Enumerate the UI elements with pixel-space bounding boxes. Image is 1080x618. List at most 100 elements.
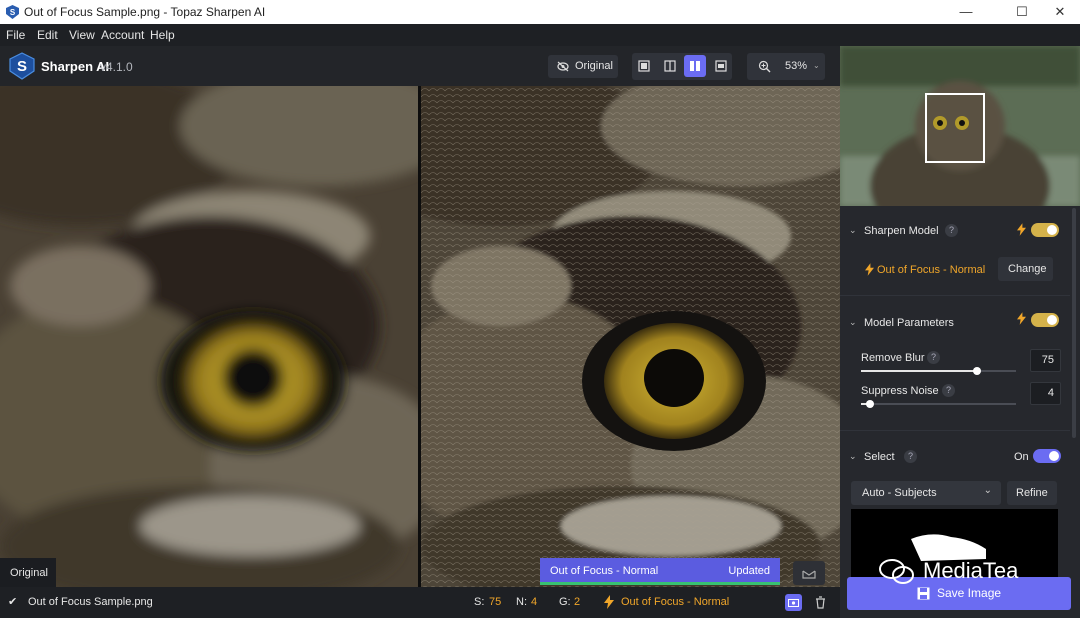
n-value: 4 [531,596,538,608]
tray-icon [802,570,816,579]
close-button[interactable]: ✕ [1037,0,1080,24]
save-icon [917,587,930,600]
status-model: Out of Focus - Normal [621,596,730,608]
save-image-label: Save Image [937,586,1002,600]
refine-button[interactable]: Refine [1007,481,1057,505]
slider-handle[interactable] [973,367,982,375]
sharpen-model-title: Sharpen Model [864,225,939,237]
owl-sharpened-image [421,86,840,587]
help-icon[interactable]: ? [927,351,940,364]
chevron-down-icon: ⌄ [813,61,820,70]
image-canvas[interactable]: Original Out of Focus - Normal Updated [0,86,840,587]
check-icon: ✔ [8,596,18,608]
app-logo-icon: S [6,5,19,19]
help-icon[interactable]: ? [904,450,917,463]
camera-icon [788,599,799,607]
minimize-button[interactable]: — [943,0,989,24]
original-button-label: Original [575,60,613,72]
quad-view-icon [715,60,727,72]
preview-button[interactable] [785,594,802,611]
n-label: N: [516,596,527,608]
suppress-noise-label: Suppress Noise [861,385,939,397]
split-view-icon [664,60,676,72]
model-progress-bar [540,582,780,585]
model-parameters-title: Model Parameters [864,317,954,329]
view-single-button[interactable] [633,55,655,77]
original-image-pane[interactable] [0,86,418,587]
original-label-badge: Original [0,558,56,587]
dropdown-value: Auto - Subjects [862,487,937,499]
g-label: G: [559,596,571,608]
navigator-thumbnail [840,46,1080,206]
sharpen-ai-logo-icon: S [9,52,35,80]
help-icon[interactable]: ? [945,224,958,237]
collapse-chevron-icon[interactable]: ⌄ [849,225,857,236]
window-title: Out of Focus Sample.png - Topaz Sharpen … [24,5,266,19]
menu-help[interactable]: Help [150,28,175,42]
zoom-control[interactable]: 53% ⌄ [747,53,825,80]
remove-blur-value[interactable]: 75 [1030,349,1061,372]
status-bar: ✔ Out of Focus Sample.png S: 75 N: 4 G: … [0,587,840,618]
view-quad-button[interactable] [710,55,732,77]
compare-button[interactable] [793,561,825,585]
app-name: Sharpen AI [41,59,110,74]
slider-handle[interactable] [866,400,875,408]
model-parameters-toggle[interactable] [1031,313,1059,327]
refine-button-label: Refine [1016,487,1048,499]
suppress-noise-slider[interactable] [861,400,1016,408]
select-mode-dropdown[interactable]: Auto - Subjects ⌄ [851,481,1001,505]
lightning-icon [1017,223,1026,236]
svg-text:S: S [10,8,16,17]
select-toggle[interactable] [1033,449,1061,463]
navigator-preview[interactable] [840,46,1080,206]
s-value: 75 [489,596,502,608]
view-split-button[interactable] [659,55,681,77]
chevron-down-icon: ⌄ [983,485,992,496]
menu-edit[interactable]: Edit [37,28,58,42]
panel-scrollbar[interactable] [1072,208,1076,438]
select-title: Select [864,451,895,463]
suppress-noise-value[interactable]: 4 [1030,382,1061,405]
sharpen-model-toggle[interactable] [1031,223,1059,237]
menu-file[interactable]: File [6,28,25,42]
change-model-button[interactable]: Change [998,257,1053,281]
sharpened-image-pane[interactable] [421,86,840,587]
model-progress-tag: Out of Focus - Normal Updated [540,558,780,585]
status-filename[interactable]: Out of Focus Sample.png [28,596,153,608]
original-toggle-button[interactable]: Original [548,55,618,78]
toolbar: S Sharpen AI v4.1.0 Original 53% ⌄ [0,46,840,86]
side-by-side-icon [690,61,700,71]
trash-icon[interactable] [815,596,826,609]
menu-view[interactable]: View [69,28,95,42]
lightning-icon [1017,312,1026,325]
selected-model-name: Out of Focus - Normal [877,264,986,276]
model-tag-name: Out of Focus - Normal [550,565,659,577]
zoom-value: 53% [785,60,808,72]
eye-off-icon [557,61,569,72]
title-bar: S Out of Focus Sample.png - Topaz Sharpe… [0,0,1080,24]
owl-original-image [0,86,418,587]
app-version: v4.1.0 [100,60,133,74]
wechat-logo-icon [879,559,914,584]
remove-blur-slider[interactable] [861,367,1016,375]
zoom-icon [758,60,771,73]
remove-blur-label: Remove Blur [861,352,925,364]
help-icon[interactable]: ? [942,384,955,397]
menu-account[interactable]: Account [101,28,144,42]
lightning-icon [604,595,614,609]
g-value: 2 [574,596,581,608]
view-side-by-side-button[interactable] [684,55,706,77]
change-button-label: Change [1008,263,1047,275]
collapse-chevron-icon[interactable]: ⌄ [849,451,857,462]
slider-fill [861,370,978,372]
collapse-chevron-icon[interactable]: ⌄ [849,317,857,328]
lightning-icon [865,263,874,276]
model-tag-status: Updated [728,565,770,577]
settings-panel: ⌄ Sharpen Model ? Out of Focus - Normal … [840,46,1080,618]
divider [840,295,1070,296]
divider [840,430,1070,431]
original-label: Original [10,567,48,579]
select-state-label: On [1014,451,1029,463]
svg-text:S: S [17,58,27,75]
watermark-text: MediaTea [923,558,1019,583]
